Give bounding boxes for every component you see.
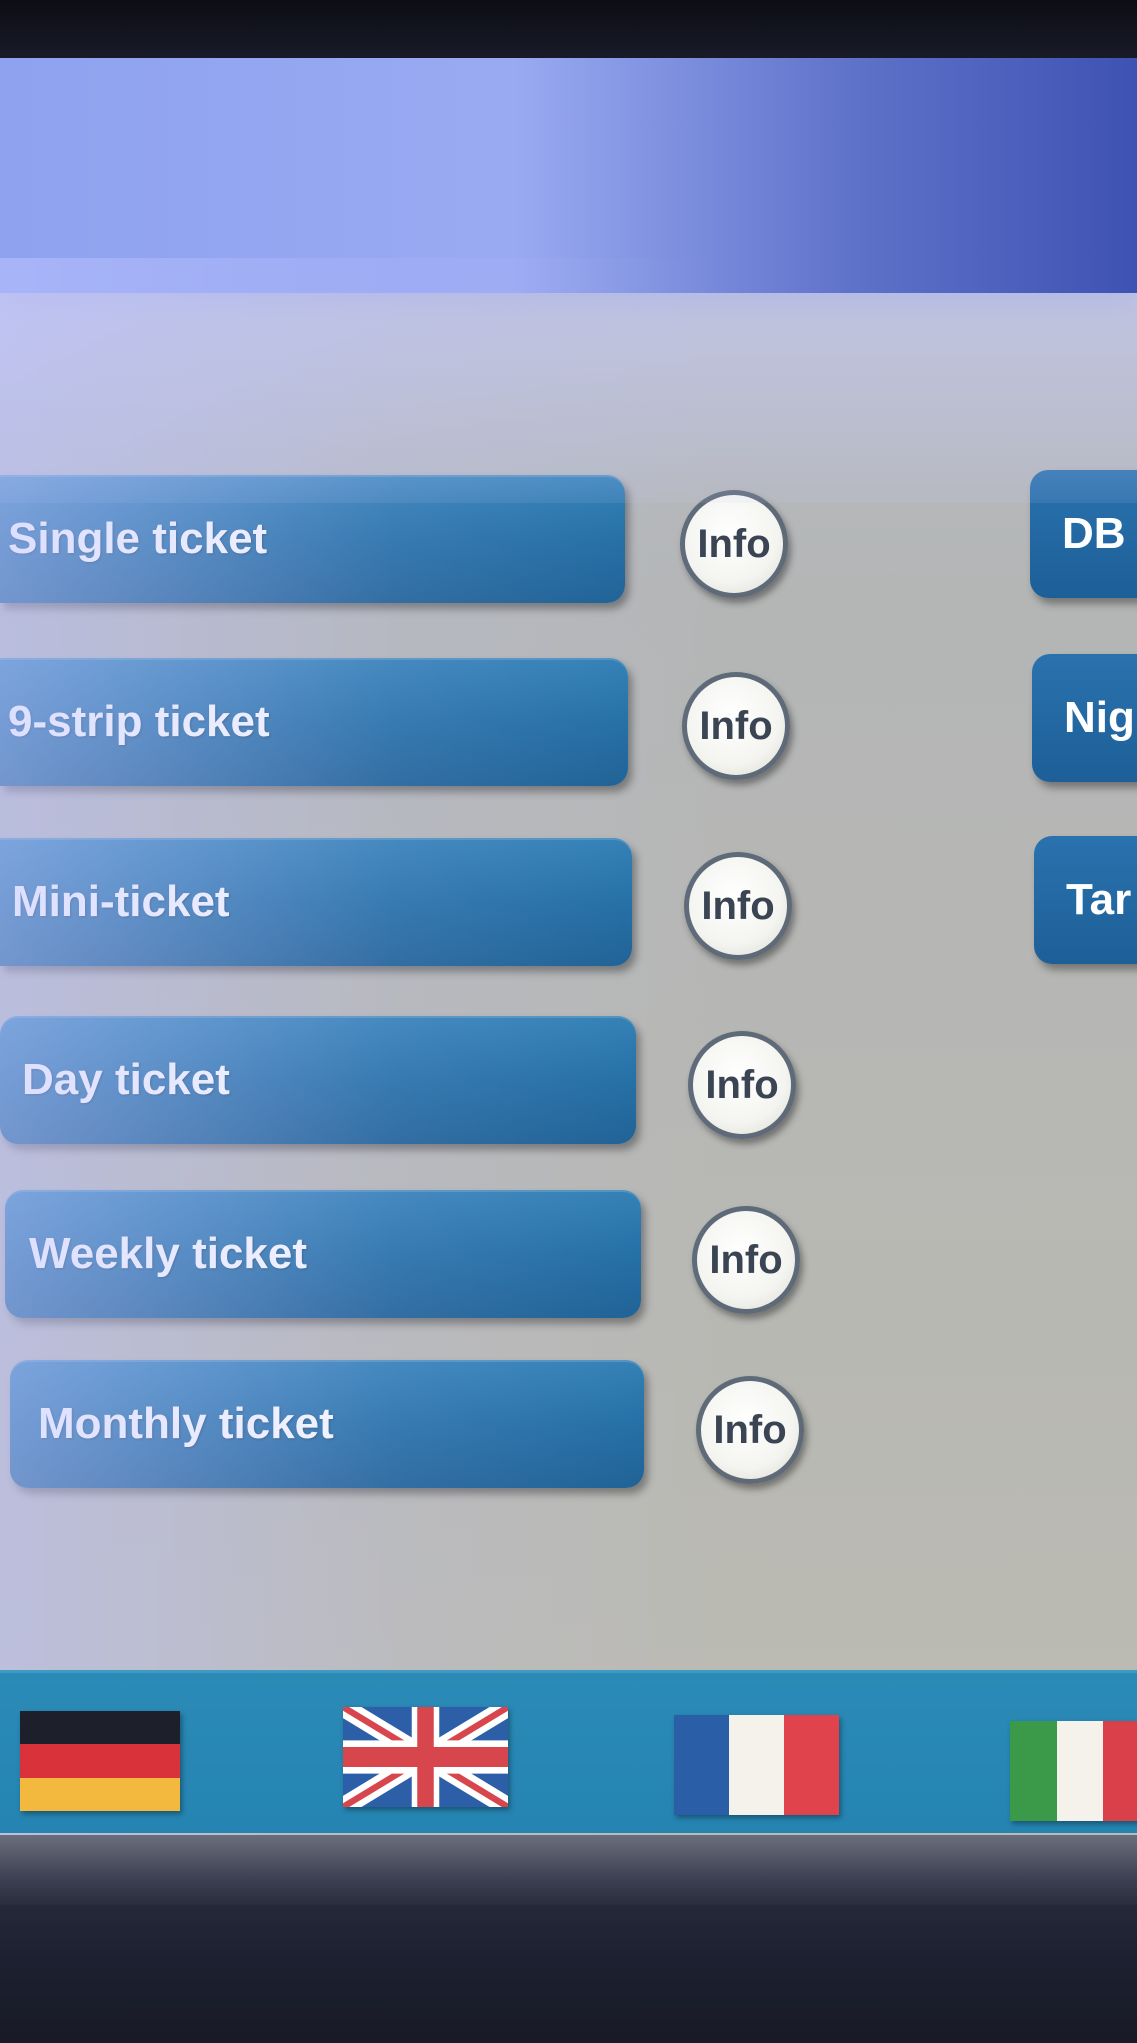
db-ticket-button[interactable]: DB [1030,470,1137,598]
monthly-ticket-button[interactable]: Monthly ticket [10,1360,644,1488]
mini-ticket-button[interactable]: Mini-ticket [0,838,632,966]
single-ticket-button[interactable]: Single ticket [0,475,625,603]
tariff-button[interactable]: Tar [1034,836,1137,964]
german-flag-icon[interactable] [20,1711,180,1811]
kiosk-screen: Single ticket Info 9-strip ticket Info M… [0,58,1137,1838]
header-band [0,58,1137,293]
weekly-ticket-button[interactable]: Weekly ticket [5,1190,641,1318]
weekly-ticket-info-button[interactable]: Info [692,1206,800,1314]
kiosk-frame-bottom [0,1835,1137,2043]
9-strip-ticket-info-button[interactable]: Info [682,672,790,780]
day-ticket-info-button[interactable]: Info [688,1031,796,1139]
french-flag-icon[interactable] [674,1715,839,1815]
kiosk-frame-rim [0,1835,1137,1905]
single-ticket-info-button[interactable]: Info [680,490,788,598]
night-ticket-button[interactable]: Nig [1032,654,1137,782]
screen-glare-top [0,293,1137,503]
uk-flag-icon[interactable] [343,1707,508,1807]
monthly-ticket-info-button[interactable]: Info [696,1376,804,1484]
day-ticket-button[interactable]: Day ticket [0,1016,636,1144]
9-strip-ticket-button[interactable]: 9-strip ticket [0,658,628,786]
language-bar [0,1670,1137,1833]
italian-flag-icon[interactable] [1010,1721,1137,1821]
mini-ticket-info-button[interactable]: Info [684,852,792,960]
